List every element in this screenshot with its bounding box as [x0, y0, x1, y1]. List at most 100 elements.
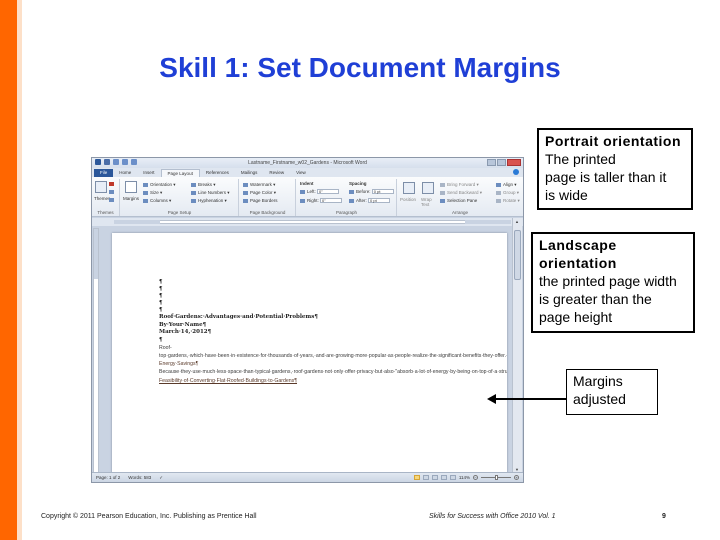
- spacing-after-field[interactable]: 0 pt: [368, 198, 391, 204]
- size-icon: [143, 190, 148, 195]
- columns-icon: [143, 198, 148, 203]
- tab-insert[interactable]: Insert: [137, 169, 160, 177]
- selection-pane-button[interactable]: Selection Pane: [440, 198, 477, 203]
- web-layout-button[interactable]: [431, 475, 438, 480]
- wrap-text-icon[interactable]: [422, 182, 434, 194]
- callout-arrow-line: [493, 398, 567, 400]
- help-icon[interactable]: [513, 169, 519, 175]
- breaks-icon: [191, 182, 196, 187]
- group-page-background: Watermark ▾ Page Color ▾ Page Borders Pa…: [240, 179, 296, 216]
- subheading: Energy·Savings¶: [159, 361, 199, 368]
- page-color-icon: [243, 190, 248, 195]
- themes-button[interactable]: Themes: [94, 196, 110, 201]
- empty-paragraph: ¶: [159, 336, 163, 343]
- align-icon: [496, 182, 501, 187]
- theme-colors-icon[interactable]: [109, 181, 114, 186]
- rotate-icon: [496, 198, 501, 203]
- right-margin-marker[interactable]: [465, 220, 511, 224]
- themes-icon[interactable]: [95, 181, 107, 193]
- group-page-setup: Margins Orientation ▾ Size ▾ Columns ▾ B…: [121, 179, 239, 216]
- spacing-before-field[interactable]: 0 pt: [371, 189, 394, 195]
- rotate-button[interactable]: Rotate ▾: [496, 198, 520, 204]
- size-button[interactable]: Size ▾: [143, 190, 162, 196]
- tab-home[interactable]: Home: [113, 169, 137, 177]
- close-button[interactable]: [507, 159, 521, 166]
- horizontal-ruler[interactable]: [92, 218, 523, 226]
- indent-left-field[interactable]: 0": [317, 189, 340, 195]
- outline-button[interactable]: [440, 475, 447, 480]
- wrap-text-button[interactable]: Wrap Text: [421, 197, 433, 207]
- zoom-slider-knob[interactable]: [494, 475, 498, 480]
- send-backward-button[interactable]: Send Backward ▾: [440, 190, 482, 196]
- theme-effects-icon[interactable]: [109, 197, 114, 202]
- window-title: Lastname_Firstname_w02_Gardens - Microso…: [248, 160, 367, 166]
- callout-heading: Landscape: [539, 237, 617, 253]
- group-label-arrange: Arrange: [451, 210, 468, 215]
- hyphenation-button[interactable]: Hyphenation ▾: [191, 198, 227, 204]
- page-borders-button[interactable]: Page Borders: [243, 198, 278, 203]
- callout-margins: Margins adjusted: [566, 369, 658, 415]
- top-margin-marker[interactable]: [94, 229, 98, 279]
- draft-button[interactable]: [449, 475, 456, 480]
- maximize-button[interactable]: [497, 159, 506, 166]
- margins-icon[interactable]: [125, 181, 137, 193]
- position-icon[interactable]: [403, 182, 415, 194]
- breaks-button[interactable]: Breaks ▾: [191, 182, 216, 188]
- line-numbers-button[interactable]: Line Numbers ▾: [191, 190, 230, 196]
- ribbon-tabs: File Home Insert Page Layout References …: [92, 168, 523, 177]
- tab-mailings[interactable]: Mailings: [235, 169, 264, 177]
- word-count[interactable]: Words: 583: [128, 475, 151, 481]
- arrow-left-icon: [487, 394, 496, 404]
- margins-button[interactable]: Margins: [123, 196, 139, 201]
- tab-references[interactable]: References: [200, 169, 235, 177]
- zoom-in-button[interactable]: +: [514, 475, 519, 480]
- spacing-before-icon: [349, 189, 354, 194]
- tab-view[interactable]: View: [290, 169, 312, 177]
- selection-pane-icon: [440, 198, 445, 203]
- scroll-up-icon[interactable]: ▲: [515, 220, 520, 224]
- zoom-slider[interactable]: [481, 475, 511, 480]
- proofing-icon[interactable]: ✓: [159, 475, 163, 481]
- ribbon: Themes Themes Margins Orientation ▾ Size…: [92, 177, 523, 217]
- vertical-scrollbar[interactable]: ▲ ▼: [512, 218, 522, 474]
- word-window: Lastname_Firstname_w02_Gardens - Microso…: [91, 157, 524, 483]
- watermark-icon: [243, 182, 248, 187]
- full-screen-reading-button[interactable]: [422, 475, 429, 480]
- body-paragraph: Because·they·use·much·less·space·than·ty…: [159, 369, 507, 376]
- page-color-button[interactable]: Page Color ▾: [243, 190, 276, 196]
- vertical-ruler[interactable]: [93, 228, 99, 474]
- orientation-button[interactable]: Orientation ▾: [143, 182, 176, 188]
- align-button[interactable]: Align ▾: [496, 182, 517, 188]
- tab-review[interactable]: Review: [263, 169, 290, 177]
- group-label-page-setup: Page Setup: [167, 210, 192, 215]
- page-count[interactable]: Page: 1 of 2: [96, 475, 120, 481]
- send-backward-icon: [440, 190, 445, 195]
- columns-button[interactable]: Columns ▾: [143, 198, 171, 204]
- watermark-button[interactable]: Watermark ▾: [243, 182, 275, 188]
- indent-right-field[interactable]: 0": [320, 198, 343, 204]
- tab-page-layout[interactable]: Page Layout: [160, 169, 200, 177]
- scrollbar-thumb[interactable]: [514, 230, 521, 280]
- callout-portrait: Portrait orientation The printed page is…: [537, 128, 693, 210]
- position-button[interactable]: Position: [400, 197, 416, 202]
- group-label-paragraph: Paragraph: [335, 210, 357, 215]
- print-layout-button[interactable]: [413, 475, 420, 480]
- title-bar: Lastname_Firstname_w02_Gardens - Microso…: [92, 158, 523, 168]
- subheading: Feasibility·of·Converting·Flat·Roofed·Bu…: [159, 377, 298, 384]
- group-label-themes: Themes: [97, 210, 114, 215]
- zoom-out-button[interactable]: −: [473, 475, 478, 480]
- empty-paragraph: ¶: [159, 293, 163, 299]
- bring-forward-button[interactable]: Bring Forward ▾: [440, 182, 479, 188]
- empty-paragraph: ¶: [159, 286, 163, 292]
- empty-paragraph: ¶: [159, 279, 163, 285]
- minimize-button[interactable]: [487, 159, 496, 166]
- bring-forward-icon: [440, 182, 445, 187]
- zoom-level[interactable]: 114%: [459, 475, 470, 480]
- document-page[interactable]: ¶ ¶ ¶ ¶ ¶ Roof·Gardens:·Advantages·and·P…: [112, 233, 507, 473]
- document-body[interactable]: ¶ ¶ ¶ ¶ ¶ Roof·Gardens:·Advantages·and·P…: [159, 279, 507, 385]
- group-button[interactable]: Group ▾: [496, 190, 519, 196]
- theme-fonts-icon[interactable]: [109, 189, 114, 194]
- left-margin-marker[interactable]: [114, 220, 160, 224]
- tab-file[interactable]: File: [94, 169, 114, 177]
- group-label-page-background: Page Background: [249, 210, 286, 215]
